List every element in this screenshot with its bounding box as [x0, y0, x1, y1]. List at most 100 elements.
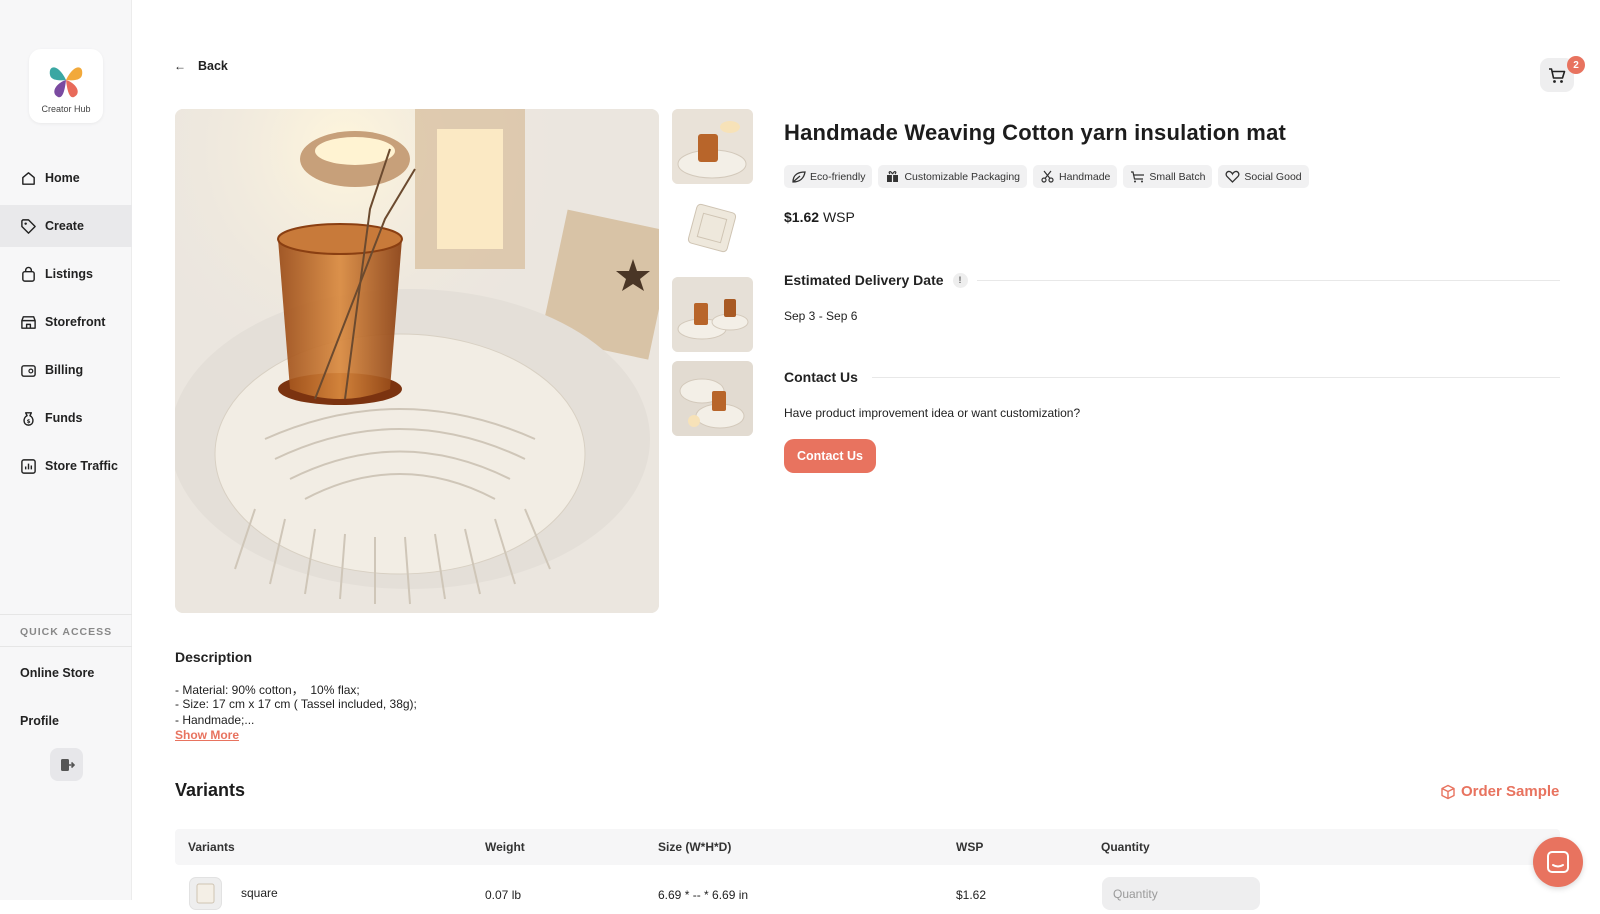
- quick-access-online-store[interactable]: Online Store: [20, 666, 94, 680]
- show-more-link[interactable]: Show More: [175, 728, 239, 742]
- thumbnail-image: [672, 109, 753, 184]
- tag-eco-friendly: Eco-friendly: [784, 165, 873, 188]
- back-label: Back: [198, 59, 228, 73]
- back-button[interactable]: ← Back: [174, 59, 228, 73]
- product-tags: Eco-friendly Customizable Packaging Hand…: [784, 165, 1309, 188]
- scissors-icon: [1041, 170, 1054, 183]
- order-sample-label: Order Sample: [1461, 783, 1560, 800]
- column-header-quantity: Quantity: [1101, 840, 1150, 854]
- arrow-left-icon: ←: [174, 59, 186, 73]
- contact-heading-label: Contact Us: [784, 369, 858, 385]
- description-line: - Handmade;...: [175, 713, 255, 727]
- tag-label: Customizable Packaging: [904, 170, 1021, 183]
- description-line: - Material: 90% cotton， 10% flax;: [175, 683, 360, 697]
- variant-name: square: [241, 886, 278, 900]
- product-thumbnail-2[interactable]: [672, 193, 753, 268]
- tag-handmade: Handmade: [1033, 165, 1118, 188]
- quantity-input[interactable]: [1102, 877, 1260, 910]
- delivery-divider: [977, 280, 1560, 281]
- quick-access-profile[interactable]: Profile: [20, 714, 59, 728]
- column-header-wsp: WSP: [956, 840, 984, 854]
- price-unit: WSP: [822, 209, 855, 225]
- bag-icon: [22, 266, 35, 282]
- tag-label: Social Good: [1244, 170, 1302, 183]
- product-thumbnail-3[interactable]: [672, 277, 753, 352]
- svg-text:$: $: [27, 418, 31, 424]
- thumbnail-image: [672, 361, 753, 436]
- box-icon: [1441, 784, 1455, 799]
- logout-icon: [60, 758, 75, 771]
- product-thumbnail-1[interactable]: [672, 109, 753, 184]
- tag-small-batch: Small Batch: [1123, 165, 1213, 188]
- column-header-weight: Weight: [485, 840, 525, 854]
- delivery-range: Sep 3 - Sep 6: [784, 309, 858, 323]
- butterfly-logo-icon: [49, 66, 83, 97]
- quick-access-divider-bottom: [0, 646, 132, 647]
- product-price: $1.62 WSP: [784, 209, 855, 225]
- creator-hub-logo[interactable]: Creator Hub: [29, 49, 103, 123]
- wallet-icon: [21, 364, 36, 377]
- logo-text: Creator Hub: [41, 103, 91, 114]
- gift-icon: [886, 171, 900, 182]
- leaf-icon: [792, 171, 806, 183]
- contact-us-button[interactable]: Contact Us: [784, 439, 876, 473]
- variant-image: [196, 883, 215, 904]
- sidebar-item-create[interactable]: Create: [0, 205, 132, 247]
- sidebar-item-funds[interactable]: $ Funds: [0, 397, 132, 439]
- store-icon: [21, 315, 36, 329]
- home-icon: [22, 171, 35, 185]
- product-thumbnail-4[interactable]: [672, 361, 753, 436]
- chat-icon: [1547, 851, 1569, 873]
- cart-count-badge: 2: [1567, 56, 1585, 74]
- tag-label: Small Batch: [1149, 170, 1206, 183]
- sidebar-item-listings[interactable]: Listings: [0, 253, 132, 295]
- chat-button[interactable]: [1533, 837, 1583, 887]
- contact-divider: [872, 377, 1560, 378]
- sidebar-nav: Home Create Listings Storefront Billing …: [0, 157, 132, 493]
- delivery-heading-label: Estimated Delivery Date: [784, 272, 944, 288]
- tag-label: Eco-friendly: [810, 170, 866, 183]
- tag-social-good: Social Good: [1218, 165, 1309, 188]
- logout-button[interactable]: [50, 748, 83, 781]
- quick-access-label: QUICK ACCESS: [20, 626, 113, 638]
- contact-heading: Contact Us: [784, 369, 858, 385]
- contact-text: Have product improvement idea or want cu…: [784, 406, 1081, 420]
- column-header-size: Size (W*H*D): [658, 840, 732, 854]
- tag-label: Handmade: [1059, 170, 1111, 183]
- product-title: Handmade Weaving Cotton yarn insulation …: [784, 120, 1287, 145]
- delivery-heading: Estimated Delivery Date !: [784, 272, 968, 288]
- tag-icon: [21, 218, 36, 234]
- tag-customizable-packaging: Customizable Packaging: [878, 165, 1028, 188]
- sidebar-item-label: Create: [45, 219, 84, 233]
- sidebar-item-billing[interactable]: Billing: [0, 349, 132, 391]
- coaster-photo: [175, 109, 659, 613]
- description-line: - Size: 17 cm x 17 cm ( Tassel included,…: [175, 697, 417, 711]
- order-sample-button[interactable]: Order Sample: [1440, 783, 1559, 800]
- sidebar-item-store-traffic[interactable]: Store Traffic: [0, 445, 132, 487]
- thumbnail-image: [672, 193, 753, 268]
- price-value: $1.62: [784, 209, 820, 225]
- heart-icon: [1225, 170, 1240, 183]
- chart-icon: [21, 458, 36, 474]
- variant-thumbnail: [189, 877, 222, 910]
- sidebar-item-home[interactable]: Home: [0, 157, 132, 199]
- sidebar-item-label: Funds: [45, 411, 83, 425]
- column-header-variants: Variants: [188, 840, 235, 854]
- thumbnail-image: [672, 277, 753, 352]
- money-bag-icon: $: [23, 411, 34, 426]
- sidebar-item-label: Listings: [45, 267, 93, 281]
- info-icon[interactable]: !: [952, 272, 968, 288]
- sidebar-item-label: Storefront: [45, 315, 106, 329]
- cart-icon: [1549, 67, 1566, 83]
- quick-access-divider-top: [0, 614, 132, 615]
- sidebar-item-label: Billing: [45, 363, 84, 377]
- sidebar-item-storefront[interactable]: Storefront: [0, 301, 132, 343]
- description-heading: Description: [175, 649, 253, 665]
- product-main-image[interactable]: [175, 109, 659, 613]
- sidebar-item-label: Store Traffic: [45, 459, 118, 473]
- sidebar-item-label: Home: [45, 171, 80, 185]
- variants-heading: Variants: [175, 780, 246, 800]
- sidebar: Creator Hub Home Create Listings Storefr…: [0, 0, 132, 900]
- variants-table-header: Variants Weight Size (W*H*D) WSP Quantit…: [175, 829, 1560, 865]
- cart-small-icon: [1131, 171, 1145, 183]
